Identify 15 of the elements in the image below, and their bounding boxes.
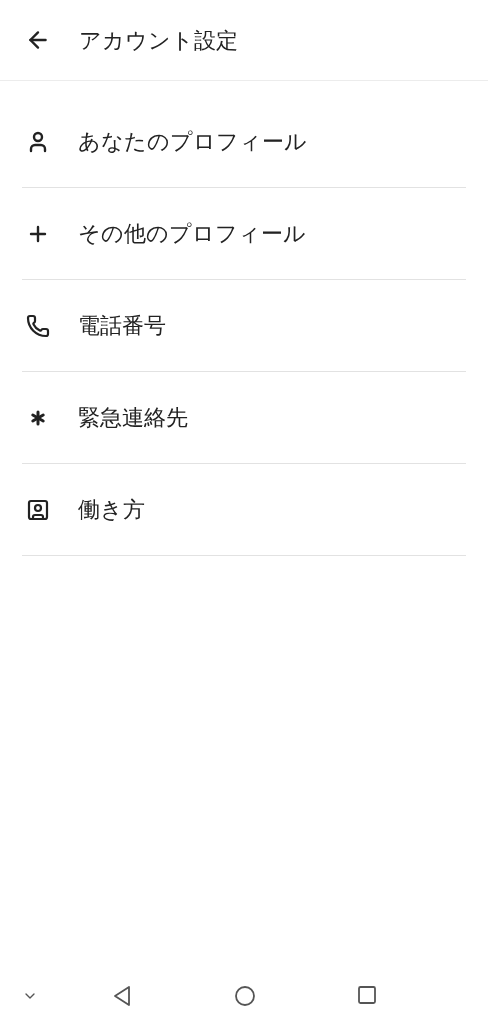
settings-item[interactable]: 電話番号	[22, 280, 466, 372]
settings-item[interactable]: あなたのプロフィール	[22, 96, 466, 188]
settings-item[interactable]: 緊急連絡先	[22, 372, 466, 464]
item-label: その他のプロフィール	[78, 220, 306, 248]
page-title: アカウント設定	[79, 26, 238, 55]
settings-item[interactable]: その他のプロフィール	[22, 188, 466, 280]
home-nav-icon[interactable]	[234, 985, 256, 1007]
item-label: 電話番号	[78, 312, 166, 340]
item-label: 働き方	[78, 496, 145, 524]
item-label: 緊急連絡先	[78, 404, 188, 432]
settings-item[interactable]: 働き方	[22, 464, 466, 556]
recents-nav-icon[interactable]	[357, 985, 378, 1005]
phone-icon	[26, 313, 50, 338]
item-label: あなたのプロフィール	[78, 128, 307, 156]
portrait-icon	[26, 497, 50, 522]
